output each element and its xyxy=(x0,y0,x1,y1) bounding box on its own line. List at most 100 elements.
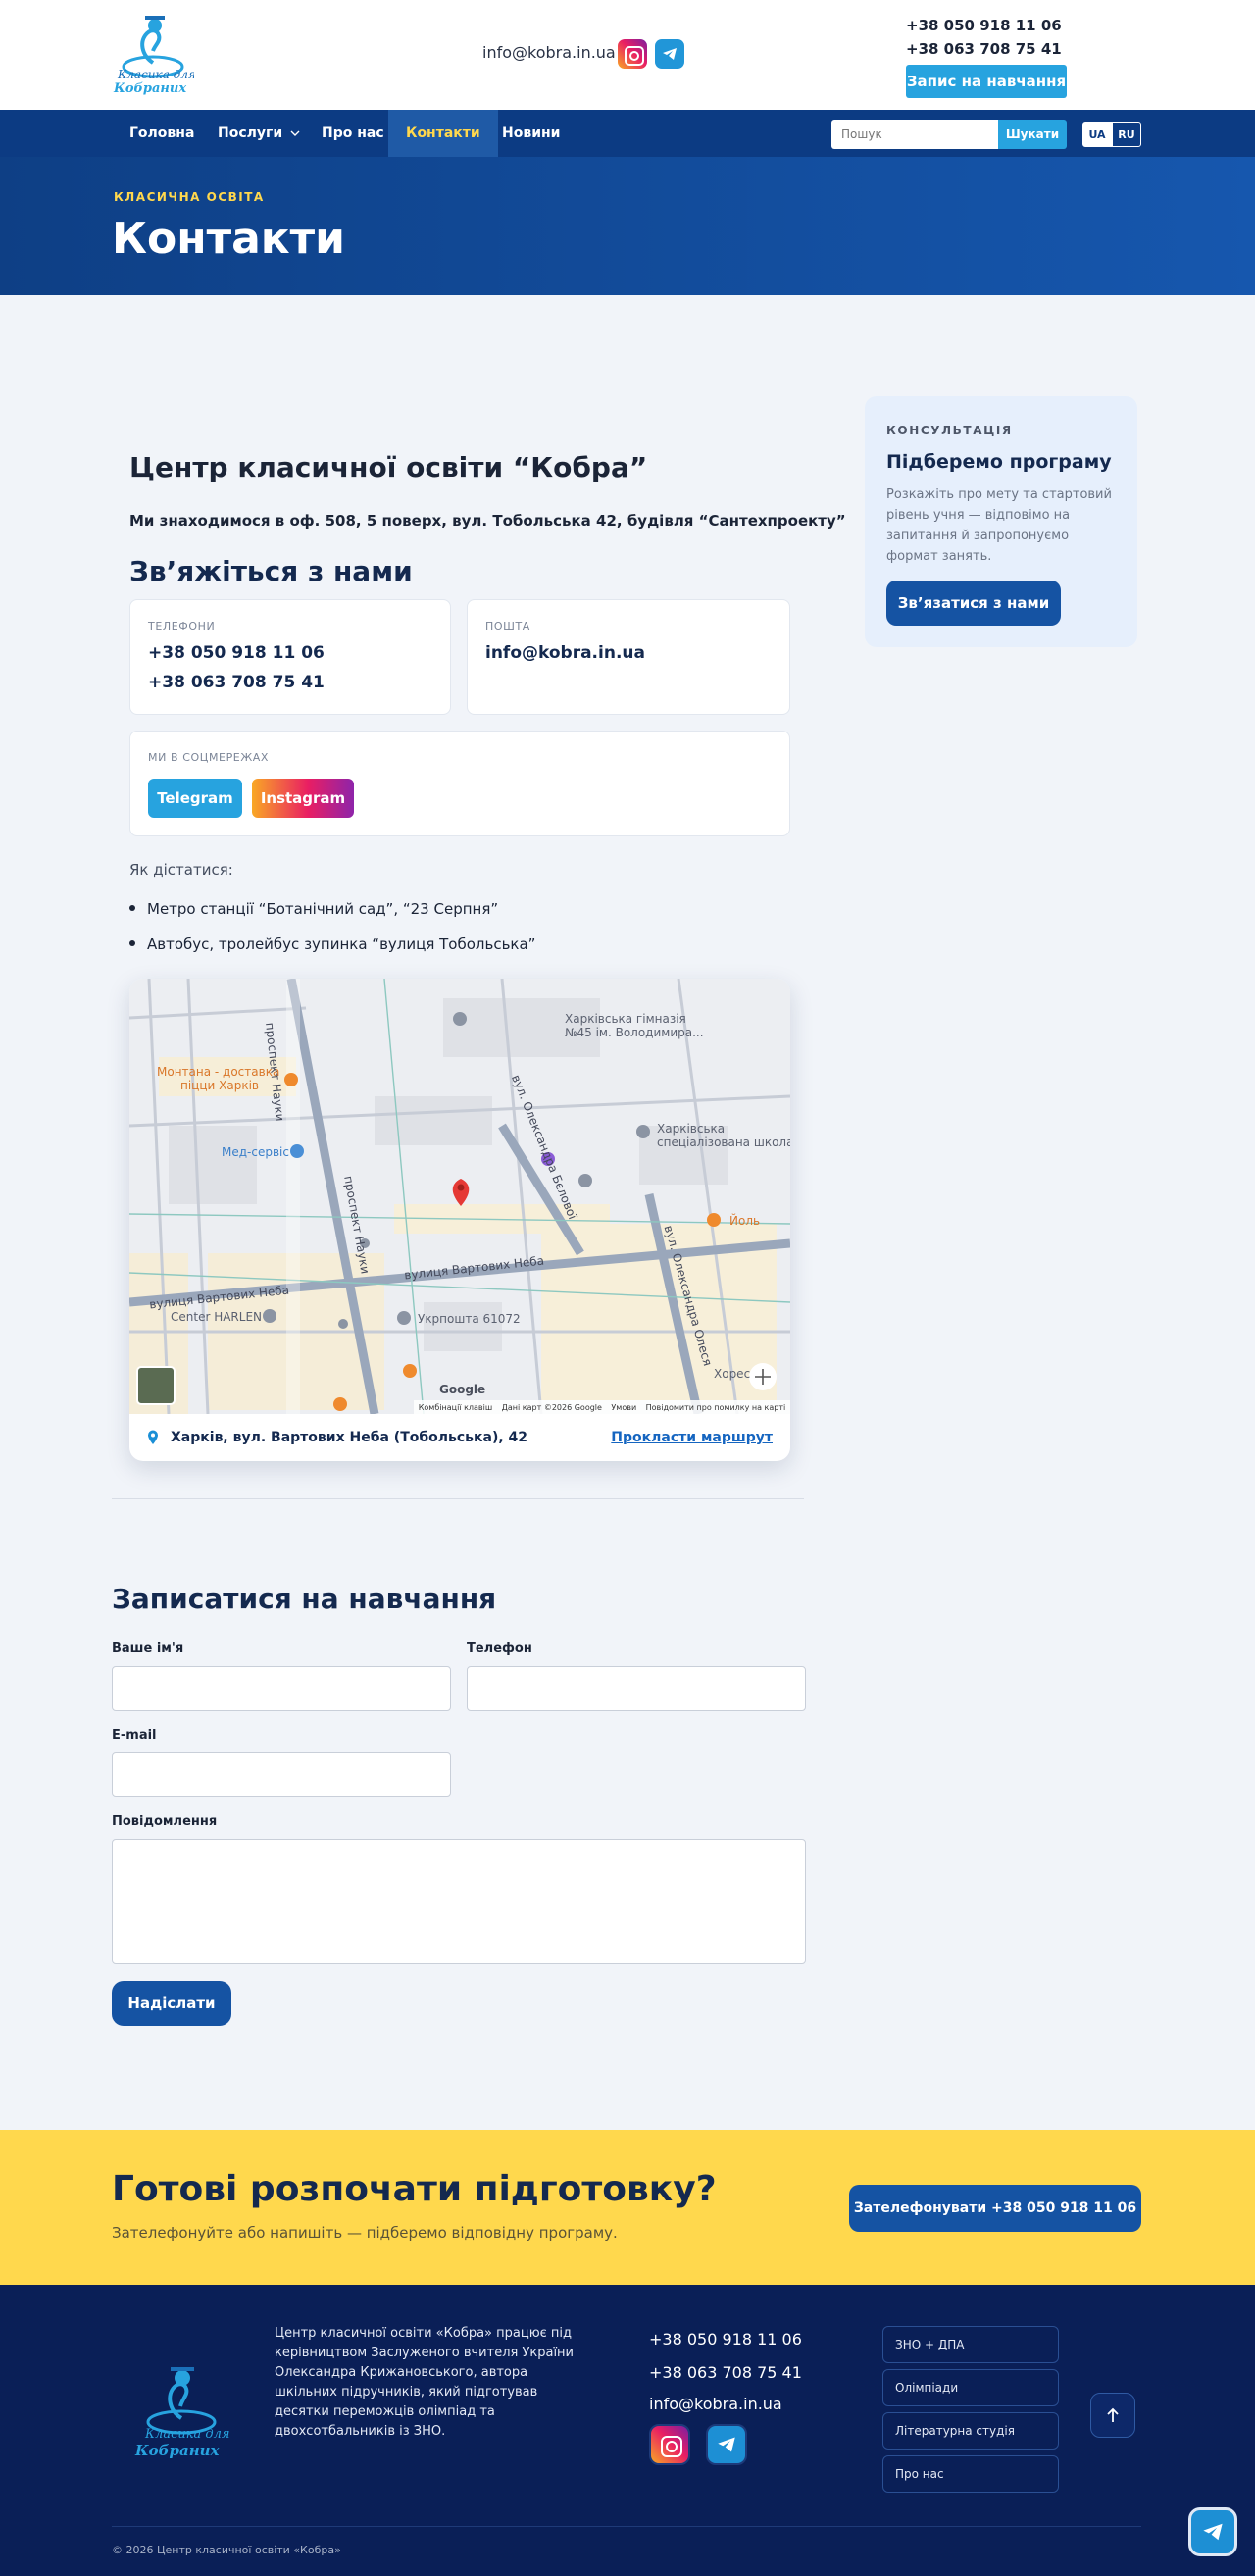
submit-button[interactable]: Надіслати xyxy=(112,1981,231,2026)
footer-phone-2[interactable]: +38 063 708 75 41 xyxy=(649,2363,802,2382)
map-terms-link[interactable]: Умови xyxy=(611,1403,636,1412)
svg-text:Кобраних: Кобраних xyxy=(113,81,186,96)
map-label: Мед-сервіс xyxy=(222,1145,289,1159)
call-button[interactable]: Зателефонувати +38 050 918 11 06 xyxy=(849,2185,1141,2232)
message-textarea[interactable] xyxy=(112,1839,806,1964)
header-phones: +38 050 918 11 06 +38 063 708 75 41 xyxy=(906,14,1062,61)
phone-input[interactable] xyxy=(467,1666,806,1711)
svg-text:Класика для: Класика для xyxy=(144,2427,229,2442)
route-item: Метро станції “Ботанічний сад”, “23 Серп… xyxy=(129,900,498,918)
map-label: Center HARLEN xyxy=(171,1310,263,1324)
google-logo: Google xyxy=(439,1383,486,1396)
map-label: Монтана - доставка xyxy=(157,1065,280,1079)
message-label: Повідомлення xyxy=(112,1814,218,1829)
org-address: Ми знаходимося в оф. 508, 5 поверх, вул.… xyxy=(129,512,846,530)
consultation-eyebrow: КОНСУЛЬТАЦІЯ xyxy=(886,424,1013,437)
footer-link-olympiads[interactable]: Олімпіади xyxy=(882,2369,1059,2406)
map-card: Харківська гімназія №45 ім. Володимира..… xyxy=(129,979,790,1461)
footer-link-studio[interactable]: Літературна студія xyxy=(882,2412,1059,2450)
signup-button[interactable]: Запис на навчання xyxy=(906,65,1067,98)
nav-home[interactable]: Головна xyxy=(112,110,212,157)
nav-services[interactable]: Послуги xyxy=(200,110,318,157)
footer-link-about[interactable]: Про нас xyxy=(882,2455,1059,2493)
map-data-credit: Дані карт ©2026 Google xyxy=(501,1402,602,1412)
consultation-title: Підберемо програму xyxy=(886,451,1112,473)
map-label: Укрпошта 61072 xyxy=(418,1312,521,1326)
map-report-link[interactable]: Повідомити про помилку на карті xyxy=(646,1403,786,1412)
nav-contacts[interactable]: Контакти xyxy=(388,110,498,157)
top-header: Класика для Кобраних info@kobra.in.ua +3… xyxy=(0,0,1255,110)
site-footer: Класика для Кобраних Центр класичної осв… xyxy=(0,2285,1255,2576)
header-email-link[interactable]: info@kobra.in.ua xyxy=(482,43,616,62)
lang-ua-button[interactable]: UA xyxy=(1082,122,1112,147)
google-map[interactable]: Харківська гімназія №45 ім. Володимира..… xyxy=(129,979,790,1414)
site-logo[interactable]: Класика для Кобраних xyxy=(112,12,196,96)
directions-heading: Як дістатися: xyxy=(129,861,233,879)
header-phone-2[interactable]: +38 063 708 75 41 xyxy=(906,37,1062,61)
floating-telegram-button[interactable] xyxy=(1188,2507,1237,2556)
phones-label: ТЕЛЕФОНИ xyxy=(148,620,216,632)
contact-heading: Зв’яжіться з нами xyxy=(129,555,413,587)
page-title: Контакти xyxy=(112,214,345,264)
header-phone-1[interactable]: +38 050 918 11 06 xyxy=(906,14,1062,37)
map-keyboard-link[interactable]: Комбінації клавіш xyxy=(419,1403,492,1412)
contact-phone-1[interactable]: +38 050 918 11 06 xyxy=(148,643,325,663)
telegram-icon[interactable] xyxy=(706,2424,747,2465)
consultation-text: Розкажіть про мету та стартовий рівень у… xyxy=(886,487,1112,564)
section-divider xyxy=(112,1498,804,1499)
cta-title: Готові розпочати підготовку? xyxy=(112,2169,717,2209)
map-roads xyxy=(129,979,790,1414)
email-label: ПОШТА xyxy=(485,620,530,632)
copyright: © 2026 Центр класичної освіти «Кобра» xyxy=(112,2544,341,2556)
map-label: піцци Харків xyxy=(180,1079,259,1092)
instagram-icon[interactable] xyxy=(649,2424,690,2465)
map-label: Йоль xyxy=(729,1214,761,1228)
map-label: Харківська гімназія xyxy=(565,1012,686,1026)
arrow-up-icon xyxy=(1107,2407,1119,2422)
consultation-card: КОНСУЛЬТАЦІЯ Підберемо програму Розкажіт… xyxy=(865,396,1137,647)
email-input[interactable] xyxy=(112,1752,451,1797)
contact-us-button[interactable]: Зв’язатися з нами xyxy=(886,581,1061,626)
map-footer: Харків, вул. Вартових Неба (Тобольська),… xyxy=(129,1414,790,1461)
cta-banner: Готові розпочати підготовку? Зателефонуй… xyxy=(0,2130,1255,2285)
footer-email-link[interactable]: info@kobra.in.ua xyxy=(649,2395,782,2413)
contact-phone-2[interactable]: +38 063 708 75 41 xyxy=(148,673,325,692)
map-label: спеціалізована школа... xyxy=(657,1136,790,1149)
map-attribution-bar: Комбінації клавіш Дані карт ©2026 Google… xyxy=(414,1400,790,1414)
form-heading: Записатися на навчання xyxy=(112,1583,497,1615)
route-link[interactable]: Прокласти маршрут xyxy=(611,1430,773,1445)
chevron-down-icon xyxy=(290,130,300,136)
phone-label: Телефон xyxy=(467,1642,532,1656)
nav-news[interactable]: Новини xyxy=(484,110,578,157)
lang-ru-button[interactable]: RU xyxy=(1112,122,1141,147)
page-hero: КЛАСИЧНА ОСВІТА Контакти xyxy=(0,157,1255,295)
telegram-icon[interactable] xyxy=(655,39,684,69)
footer-link-zno[interactable]: ЗНО + ДПА xyxy=(882,2326,1059,2363)
search-button[interactable]: Шукати xyxy=(998,120,1067,149)
map-label: Харківська xyxy=(657,1122,726,1136)
nav-about[interactable]: Про нас xyxy=(304,110,402,157)
hero-eyebrow: КЛАСИЧНА ОСВІТА xyxy=(114,190,265,204)
footer-phone-1[interactable]: +38 050 918 11 06 xyxy=(649,2330,802,2349)
instagram-button[interactable]: Instagram xyxy=(252,779,354,818)
contact-email-link[interactable]: info@kobra.in.ua xyxy=(485,643,645,663)
social-card: МИ В СОЦМЕРЕЖАХ Telegram Instagram xyxy=(129,731,790,836)
telegram-icon xyxy=(1203,2523,1223,2541)
telegram-button[interactable]: Telegram xyxy=(148,779,242,818)
main-nav: Головна Послуги Про нас Контакти Новини … xyxy=(0,110,1255,157)
org-title: Центр класичної освіти “Кобра” xyxy=(129,451,648,483)
footer-logo[interactable]: Класика для Кобраних xyxy=(133,2363,230,2461)
name-input[interactable] xyxy=(112,1666,451,1711)
email-label: E-mail xyxy=(112,1728,157,1743)
scroll-top-button[interactable] xyxy=(1090,2393,1135,2438)
instagram-icon[interactable] xyxy=(618,39,647,69)
svg-text:Кобраних: Кобраних xyxy=(134,2442,221,2459)
social-label: МИ В СОЦМЕРЕЖАХ xyxy=(148,751,270,764)
cobra-logo-icon: Класика для Кобраних xyxy=(113,16,196,96)
map-label: №45 ім. Володимира... xyxy=(565,1026,704,1039)
search-input[interactable] xyxy=(831,120,998,149)
phones-card: ТЕЛЕФОНИ +38 050 918 11 06 +38 063 708 7… xyxy=(129,599,451,715)
email-card: ПОШТА info@kobra.in.ua xyxy=(467,599,790,715)
route-item: Автобус, тролейбус зупинка “вулиця Тобол… xyxy=(129,935,535,953)
location-pin-icon xyxy=(148,1430,158,1444)
